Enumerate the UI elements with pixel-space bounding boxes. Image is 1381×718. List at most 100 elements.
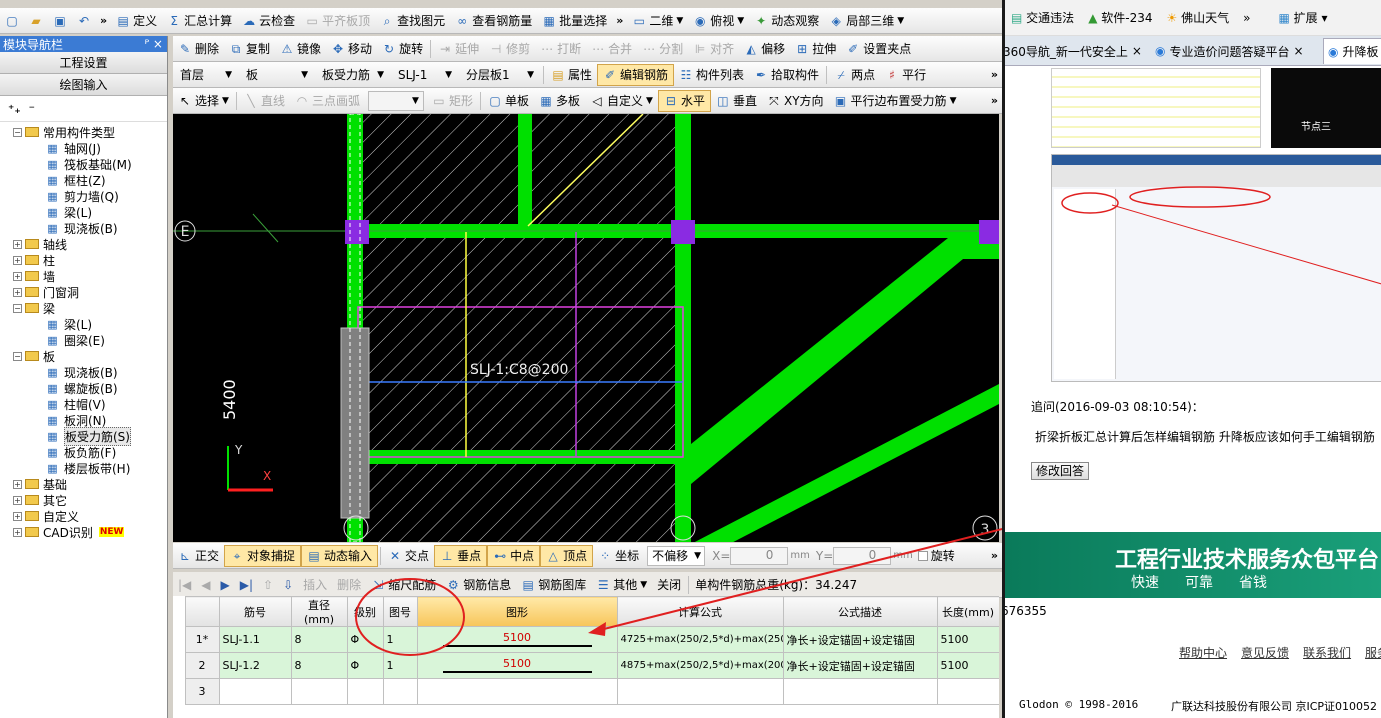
pick-component-button[interactable]: ✒ 拾取构件: [749, 64, 824, 86]
tree-folder[interactable]: + 其它: [0, 492, 167, 508]
move-up-icon[interactable]: ⇧: [258, 574, 278, 596]
cell-num[interactable]: 2: [184, 652, 220, 679]
header-diameter[interactable]: 直径(mm): [290, 596, 348, 627]
tab-360[interactable]: 360导航_新一代安全上 ×: [1005, 38, 1143, 64]
table-row[interactable]: 2 SLJ-1.2 8 Φ 1 5100 4875+max(250/2,5*d)+max(2…: [173, 652, 999, 679]
flush-top-button[interactable]: ▭ 平齐板顶: [300, 10, 375, 32]
edit-rebar-button[interactable]: ✐ 编辑钢筋: [597, 63, 675, 86]
rebar-library-button[interactable]: ▤ 钢筋图库: [516, 574, 591, 596]
line-button[interactable]: ╲ 直线: [239, 90, 290, 112]
first-record-icon[interactable]: |◀: [173, 574, 196, 596]
summary-calc-button[interactable]: Σ 汇总计算: [162, 10, 237, 32]
scale-rebar-button[interactable]: ⇲ 缩尺配筋: [366, 574, 441, 596]
tree-item[interactable]: ▦ 梁(L): [0, 204, 167, 220]
tree-folder[interactable]: − 梁: [0, 300, 167, 316]
midpoint-button[interactable]: ⊷ 中点: [487, 544, 541, 567]
expand-icon[interactable]: +: [13, 271, 22, 281]
copy-button[interactable]: ⧉ 复制: [224, 38, 275, 60]
custom-button[interactable]: ◁ 自定义 ▼: [585, 90, 658, 112]
cell-fig[interactable]: 1: [382, 652, 418, 679]
mirror-button[interactable]: ⚠ 镜像: [275, 38, 326, 60]
rotate-checkbox[interactable]: 旋转: [913, 545, 960, 567]
tree-folder[interactable]: + 轴线: [0, 236, 167, 252]
object-snap-button[interactable]: ⌖ 对象捕捉: [224, 544, 302, 567]
cell-shape[interactable]: 5100: [416, 652, 618, 679]
header-formula[interactable]: 计算公式: [616, 596, 784, 627]
offset-button[interactable]: ◭ 偏移: [739, 38, 790, 60]
find-element-button[interactable]: ⌕ 查找图元: [375, 10, 450, 32]
cell-len[interactable]: [936, 678, 999, 705]
tree-folder[interactable]: − 板: [0, 348, 167, 364]
tree-item[interactable]: ▦ 轴网(J): [0, 140, 167, 156]
tree-item[interactable]: ▦ 现浇板(B): [0, 220, 167, 236]
bookmark-software[interactable]: ▲ 软件-234: [1088, 9, 1152, 26]
move-button[interactable]: ✥ 移动: [326, 38, 377, 60]
select-button[interactable]: ↖ 选择 ▼: [173, 90, 234, 112]
more-chevron-icon[interactable]: »: [96, 14, 111, 27]
tree-item[interactable]: ▦ 现浇板(B): [0, 364, 167, 380]
table-row[interactable]: 1* SLJ-1.1 8 Φ 1 5100 4725+max(250/2,5*d)+max(…: [173, 626, 999, 653]
insert-button[interactable]: 插入: [298, 574, 332, 596]
tree-item[interactable]: ▦ 螺旋板(B): [0, 380, 167, 396]
footer-link-service[interactable]: 服务: [1365, 644, 1381, 661]
subtype-select[interactable]: 板受力筋 ▼: [318, 65, 388, 85]
cell-desc[interactable]: [782, 678, 938, 705]
cell-name[interactable]: SLJ-1.2: [218, 652, 292, 679]
xy-direction-button[interactable]: ⤧ XY方向: [762, 90, 829, 112]
tree-item[interactable]: ▦ 柱帽(V): [0, 396, 167, 412]
more-chevron-icon[interactable]: »: [612, 14, 627, 27]
prev-record-icon[interactable]: ◀: [196, 574, 215, 596]
project-settings-button[interactable]: 工程设置: [0, 52, 167, 74]
cell-shape[interactable]: 5100: [416, 626, 618, 653]
trim-button[interactable]: ⊣ 修剪: [484, 38, 535, 60]
component-list-button[interactable]: ☷ 构件列表: [674, 64, 749, 86]
cell-dia[interactable]: 8: [290, 652, 348, 679]
tree-item[interactable]: ▦ 筏板基础(M): [0, 156, 167, 172]
stretch-button[interactable]: ⊞ 拉伸: [790, 38, 841, 60]
cell-num[interactable]: 3: [184, 678, 220, 705]
layer-select[interactable]: 分层板1 ▼: [462, 65, 538, 85]
perpendicular-button[interactable]: ⊥ 垂点: [434, 544, 488, 567]
single-slab-button[interactable]: ▢ 单板: [483, 90, 534, 112]
close-icon[interactable]: ×: [1294, 44, 1304, 58]
cell-formula[interactable]: [616, 678, 784, 705]
cell-dia[interactable]: 8: [290, 626, 348, 653]
merge-button[interactable]: ⋯ 合并: [586, 38, 637, 60]
y-input[interactable]: 0: [833, 546, 892, 565]
tree-item[interactable]: ▦ 梁(L): [0, 316, 167, 332]
header-grade[interactable]: 级别: [346, 596, 384, 627]
last-record-icon[interactable]: ▶|: [235, 574, 258, 596]
cell-fig[interactable]: [382, 678, 418, 705]
2d-view-button[interactable]: ▭ 二维 ▼: [627, 10, 688, 32]
collapse-all-icon[interactable]: ⁻: [29, 102, 35, 116]
footer-link-feedback[interactable]: 意见反馈: [1241, 644, 1289, 661]
parallel-button[interactable]: ♯ 平行: [880, 64, 931, 86]
tab-active[interactable]: ◉ 升降板: [1323, 38, 1381, 64]
cell-formula[interactable]: 4875+max(250/2,5*d)+max(200/2,5*d): [616, 652, 784, 679]
cell-grade[interactable]: Φ: [346, 652, 384, 679]
draw-input-button[interactable]: 绘图输入: [0, 74, 167, 96]
drawing-canvas[interactable]: E 3 5400 SLJ-1:C8@200 Y X: [173, 114, 999, 542]
split-button[interactable]: ⋯ 分割: [637, 38, 688, 60]
expand-icon[interactable]: +: [13, 479, 22, 489]
expand-icon[interactable]: +: [13, 239, 22, 249]
expand-icon[interactable]: +: [13, 287, 22, 297]
open-file-icon[interactable]: ▰: [24, 10, 48, 32]
tree-item[interactable]: ▦ 板受力筋(S): [0, 426, 167, 446]
tree-folder[interactable]: + 柱: [0, 252, 167, 268]
rebar-info-button[interactable]: ⚙ 钢筋信息: [441, 574, 516, 596]
collapse-icon[interactable]: −: [13, 351, 22, 361]
intersection-button[interactable]: ✕ 交点: [383, 545, 434, 567]
floor-select[interactable]: 首层 ▼: [176, 65, 236, 85]
bookmark-traffic[interactable]: ▤ 交通违法: [1011, 9, 1074, 26]
draw-mode-select[interactable]: ▼: [367, 90, 424, 111]
edit-answer-button[interactable]: 修改回答: [1031, 462, 1090, 480]
multi-slab-button[interactable]: ▦ 多板: [534, 90, 585, 112]
bookmark-more-icon[interactable]: »: [1243, 11, 1250, 25]
parallel-edge-button[interactable]: ▣ 平行边布置受力筋 ▼: [829, 90, 962, 112]
collapse-icon[interactable]: −: [13, 127, 22, 137]
top-view-button[interactable]: ◉ 俯视 ▼: [688, 10, 749, 32]
next-record-icon[interactable]: ▶: [216, 574, 235, 596]
undo-icon[interactable]: ↶: [72, 10, 96, 32]
cell-num[interactable]: 1*: [184, 626, 220, 653]
